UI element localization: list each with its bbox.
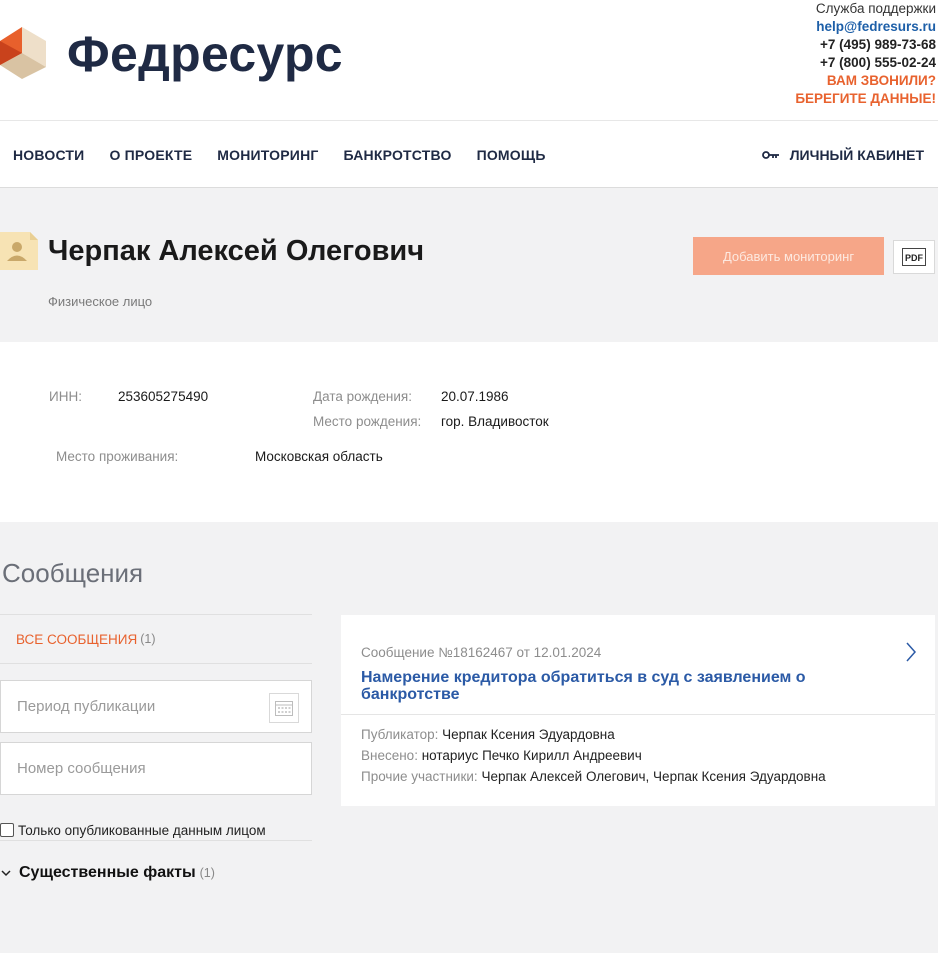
messages-section: Сообщения ВСЕ СООБЩЕНИЯ (1) Период публи… xyxy=(0,522,938,953)
all-messages-count: (1) xyxy=(140,632,156,646)
material-facts-count: (1) xyxy=(199,866,215,880)
calendar-button[interactable] xyxy=(269,693,299,723)
entered-by-row: Внесено: нотариус Печко Кирилл Андреевич xyxy=(361,748,642,763)
fraud-warning-2[interactable]: БЕРЕГИТЕ ДАННЫЕ! xyxy=(795,90,936,108)
support-email-link[interactable]: help@fedresurs.ru xyxy=(795,18,936,36)
nav-item-monitoring[interactable]: МОНИТОРИНГ xyxy=(217,147,318,163)
pdf-icon-label: PDF xyxy=(905,253,924,263)
material-facts-toggle[interactable]: Существенные факты (1) xyxy=(0,864,215,882)
messages-title: Сообщения xyxy=(2,558,144,588)
personal-cabinet-link[interactable]: ЛИЧНЫЙ КАБИНЕТ xyxy=(761,121,924,189)
residence-value: Московская область xyxy=(255,449,383,464)
own-only-checkbox[interactable] xyxy=(0,823,14,837)
support-phone-2: +7 (800) 555-02-24 xyxy=(820,55,936,70)
person-details: ИНН: 253605275490 Дата рождения: 20.07.1… xyxy=(0,342,938,522)
pdf-export-button[interactable]: PDF xyxy=(893,240,935,274)
fraud-warning-1[interactable]: ВАМ ЗВОНИЛИ? xyxy=(795,72,936,90)
own-only-label: Только опубликованные данным лицом xyxy=(18,822,266,838)
main-nav: НОВОСТИ О ПРОЕКТЕ МОНИТОРИНГ БАНКРОТСТВО… xyxy=(0,120,938,188)
add-monitoring-button[interactable]: Добавить мониторинг xyxy=(693,237,884,275)
publisher-label: Публикатор: xyxy=(361,727,439,742)
chevron-down-icon xyxy=(1,870,11,877)
period-field xyxy=(0,680,312,733)
own-only-checkbox-row[interactable]: Только опубликованные данным лицом xyxy=(0,818,312,842)
material-facts-label: Существенные факты xyxy=(19,864,196,881)
birth-place-value: гор. Владивосток xyxy=(441,414,549,429)
residence-label: Место проживания: xyxy=(56,449,179,464)
entered-by-label: Внесено: xyxy=(361,748,418,763)
filter-divider xyxy=(0,840,312,841)
person-name: Черпак Алексей Олегович xyxy=(48,235,425,267)
publisher-value: Черпак Ксения Эдуардовна xyxy=(442,727,615,742)
person-type: Физическое лицо xyxy=(48,294,153,309)
other-participants-value: Черпак Алексей Олегович, Черпак Ксения Э… xyxy=(481,769,826,784)
site-header: Федресурс Служба поддержки help@fedresur… xyxy=(0,0,938,120)
nav-item-help[interactable]: ПОМОЩЬ xyxy=(477,147,546,163)
personal-cabinet-label: ЛИЧНЫЙ КАБИНЕТ xyxy=(789,147,924,163)
person-title-block: Черпак Алексей Олегович Физическое лицо … xyxy=(0,188,938,342)
nav-item-bankruptcy[interactable]: БАНКРОТСТВО xyxy=(344,147,452,163)
message-subject-link[interactable]: Намерение кредитора обратиться в суд с з… xyxy=(361,669,881,703)
message-header: Сообщение №18162467 от 12.01.2024 xyxy=(361,645,602,660)
other-participants-label: Прочие участники: xyxy=(361,769,478,784)
message-card[interactable]: Сообщение №18162467 от 12.01.2024 Намере… xyxy=(341,615,935,806)
birth-date-label: Дата рождения: xyxy=(313,389,412,404)
publisher-row: Публикатор: Черпак Ксения Эдуардовна xyxy=(361,727,615,742)
other-participants-row: Прочие участники: Черпак Алексей Олегови… xyxy=(361,769,826,784)
support-phone-1: +7 (495) 989-73-68 xyxy=(820,37,936,52)
key-icon xyxy=(761,151,779,159)
inn-value: 253605275490 xyxy=(118,389,209,404)
calendar-icon xyxy=(275,701,293,716)
nav-item-news[interactable]: НОВОСТИ xyxy=(13,147,84,163)
message-number-field xyxy=(0,742,312,795)
nav-item-about[interactable]: О ПРОЕКТЕ xyxy=(109,147,192,163)
period-input[interactable] xyxy=(1,681,241,732)
inn-label: ИНН: xyxy=(49,389,82,404)
all-messages-filter[interactable]: ВСЕ СООБЩЕНИЯ (1) xyxy=(0,614,312,664)
support-block: Служба поддержки help@fedresurs.ru +7 (4… xyxy=(795,0,936,108)
all-messages-label: ВСЕ СООБЩЕНИЯ xyxy=(16,631,138,647)
birth-place-label: Место рождения: xyxy=(313,414,422,429)
brand-name[interactable]: Федресурс xyxy=(67,24,343,84)
fedresurs-logo-icon[interactable] xyxy=(0,27,50,79)
entered-by-value: нотариус Печко Кирилл Андреевич xyxy=(421,748,642,763)
message-number-input[interactable] xyxy=(1,743,241,794)
person-card-icon xyxy=(0,232,38,270)
message-card-divider xyxy=(341,714,935,715)
support-label: Служба поддержки xyxy=(815,1,936,16)
birth-date-value: 20.07.1986 xyxy=(441,389,509,404)
pdf-icon: PDF xyxy=(902,248,926,266)
chevron-right-icon[interactable] xyxy=(905,641,917,663)
